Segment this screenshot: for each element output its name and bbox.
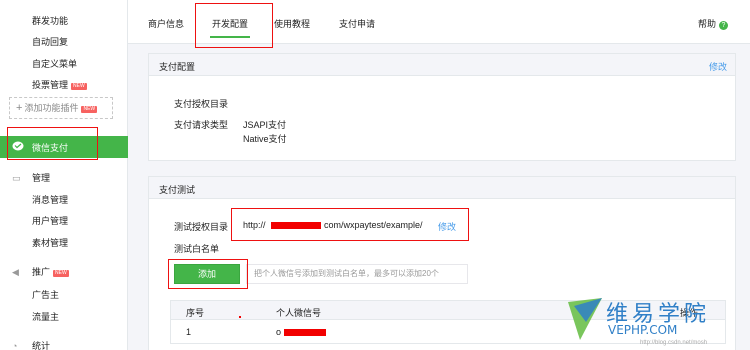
manage-icon: ▭ <box>12 173 21 183</box>
sidebar-item-materials[interactable]: 素材管理 <box>32 236 68 249</box>
megaphone-icon: ◀ <box>12 267 19 277</box>
sidebar-group-stats-title: 统计 <box>32 341 51 350</box>
whitelist-input[interactable]: 把个人微信号添加到测试白名单，最多可以添加20个 <box>246 264 468 284</box>
sidebar-group-manage-title: 管理 <box>32 173 51 183</box>
watermark-logo-icon <box>568 298 602 340</box>
pay-config-title: 支付配置 <box>159 62 196 72</box>
pay-test-header: 支付测试 <box>149 177 735 199</box>
pay-config-panel: 支付配置 修改 <box>148 53 736 161</box>
tab-tutorial[interactable]: 使用教程 <box>274 17 310 30</box>
tab-merchant-info[interactable]: 商户信息 <box>148 17 184 30</box>
sidebar-item-vote[interactable]: 投票管理 NEW <box>32 78 87 91</box>
sidebar-item-vote-label: 投票管理 <box>32 80 69 90</box>
row-index: 1 <box>186 327 192 337</box>
request-type-native: Native支付 <box>243 134 287 144</box>
sidebar-item-custom-menu[interactable]: 自定义菜单 <box>32 57 77 70</box>
sidebar: 群发功能 自动回复 自定义菜单 投票管理 NEW + 添加功能插件 NEW 微信支付 … <box>0 0 128 350</box>
plus-icon: + <box>16 102 23 114</box>
sidebar-group-promote: ◀ 推广 NEW <box>12 265 69 278</box>
help-icon: ? <box>719 21 728 30</box>
redaction-mark <box>284 329 326 336</box>
highlight-box-add <box>168 259 248 289</box>
auth-dir-label: 支付授权目录 <box>174 99 229 109</box>
sidebar-group-promote-title: 推广 <box>32 267 51 277</box>
sidebar-item-publisher[interactable]: 流量主 <box>32 310 59 323</box>
stats-icon: ◔ <box>12 341 18 350</box>
highlight-box-tab <box>195 3 273 48</box>
request-type-label: 支付请求类型 <box>174 120 229 130</box>
test-dir-label: 测试授权目录 <box>174 222 229 232</box>
watermark-en: VEPHP.COM <box>608 323 678 337</box>
new-badge: NEW <box>53 270 69 277</box>
sidebar-group-manage: ▭ 管理 <box>12 171 50 184</box>
help-link[interactable]: 帮助? <box>698 17 728 30</box>
pay-config-header: 支付配置 修改 <box>149 54 735 76</box>
sidebar-item-users[interactable]: 用户管理 <box>32 214 68 227</box>
col-wechat-id: 个人微信号 <box>276 308 322 318</box>
add-plugin-button[interactable]: + 添加功能插件 NEW <box>9 97 113 119</box>
new-badge: NEW <box>81 106 98 113</box>
watermark-url: http://blog.csdn.net/mosh <box>640 340 708 346</box>
add-plugin-label: 添加功能插件 <box>24 103 79 113</box>
sidebar-group-stats: ◔ 统计 <box>12 339 50 350</box>
row-wechat-id: o <box>276 327 282 337</box>
highlight-box-wxpay <box>7 127 98 160</box>
whitelist-label: 测试白名单 <box>174 244 220 254</box>
new-badge: NEW <box>71 83 87 90</box>
col-index: 序号 <box>186 308 205 318</box>
sidebar-item-advertiser[interactable]: 广告主 <box>32 288 59 301</box>
tab-pay-apply[interactable]: 支付申请 <box>339 17 375 30</box>
pay-test-title: 支付测试 <box>159 185 196 195</box>
sidebar-item-messages[interactable]: 消息管理 <box>32 193 68 206</box>
watermark: 维易学院 VEPHP.COM <box>566 296 742 346</box>
sidebar-item-mass-send[interactable]: 群发功能 <box>32 14 68 27</box>
redaction-dot <box>239 316 241 318</box>
pay-config-edit-link[interactable]: 修改 <box>709 60 727 73</box>
help-label: 帮助 <box>697 19 716 29</box>
request-type-jsapi: JSAPI支付 <box>243 120 287 130</box>
sidebar-item-auto-reply[interactable]: 自动回复 <box>32 35 68 48</box>
highlight-box-test-dir <box>231 208 469 241</box>
page: 群发功能 自动回复 自定义菜单 投票管理 NEW + 添加功能插件 NEW 微信支付 … <box>0 0 750 350</box>
